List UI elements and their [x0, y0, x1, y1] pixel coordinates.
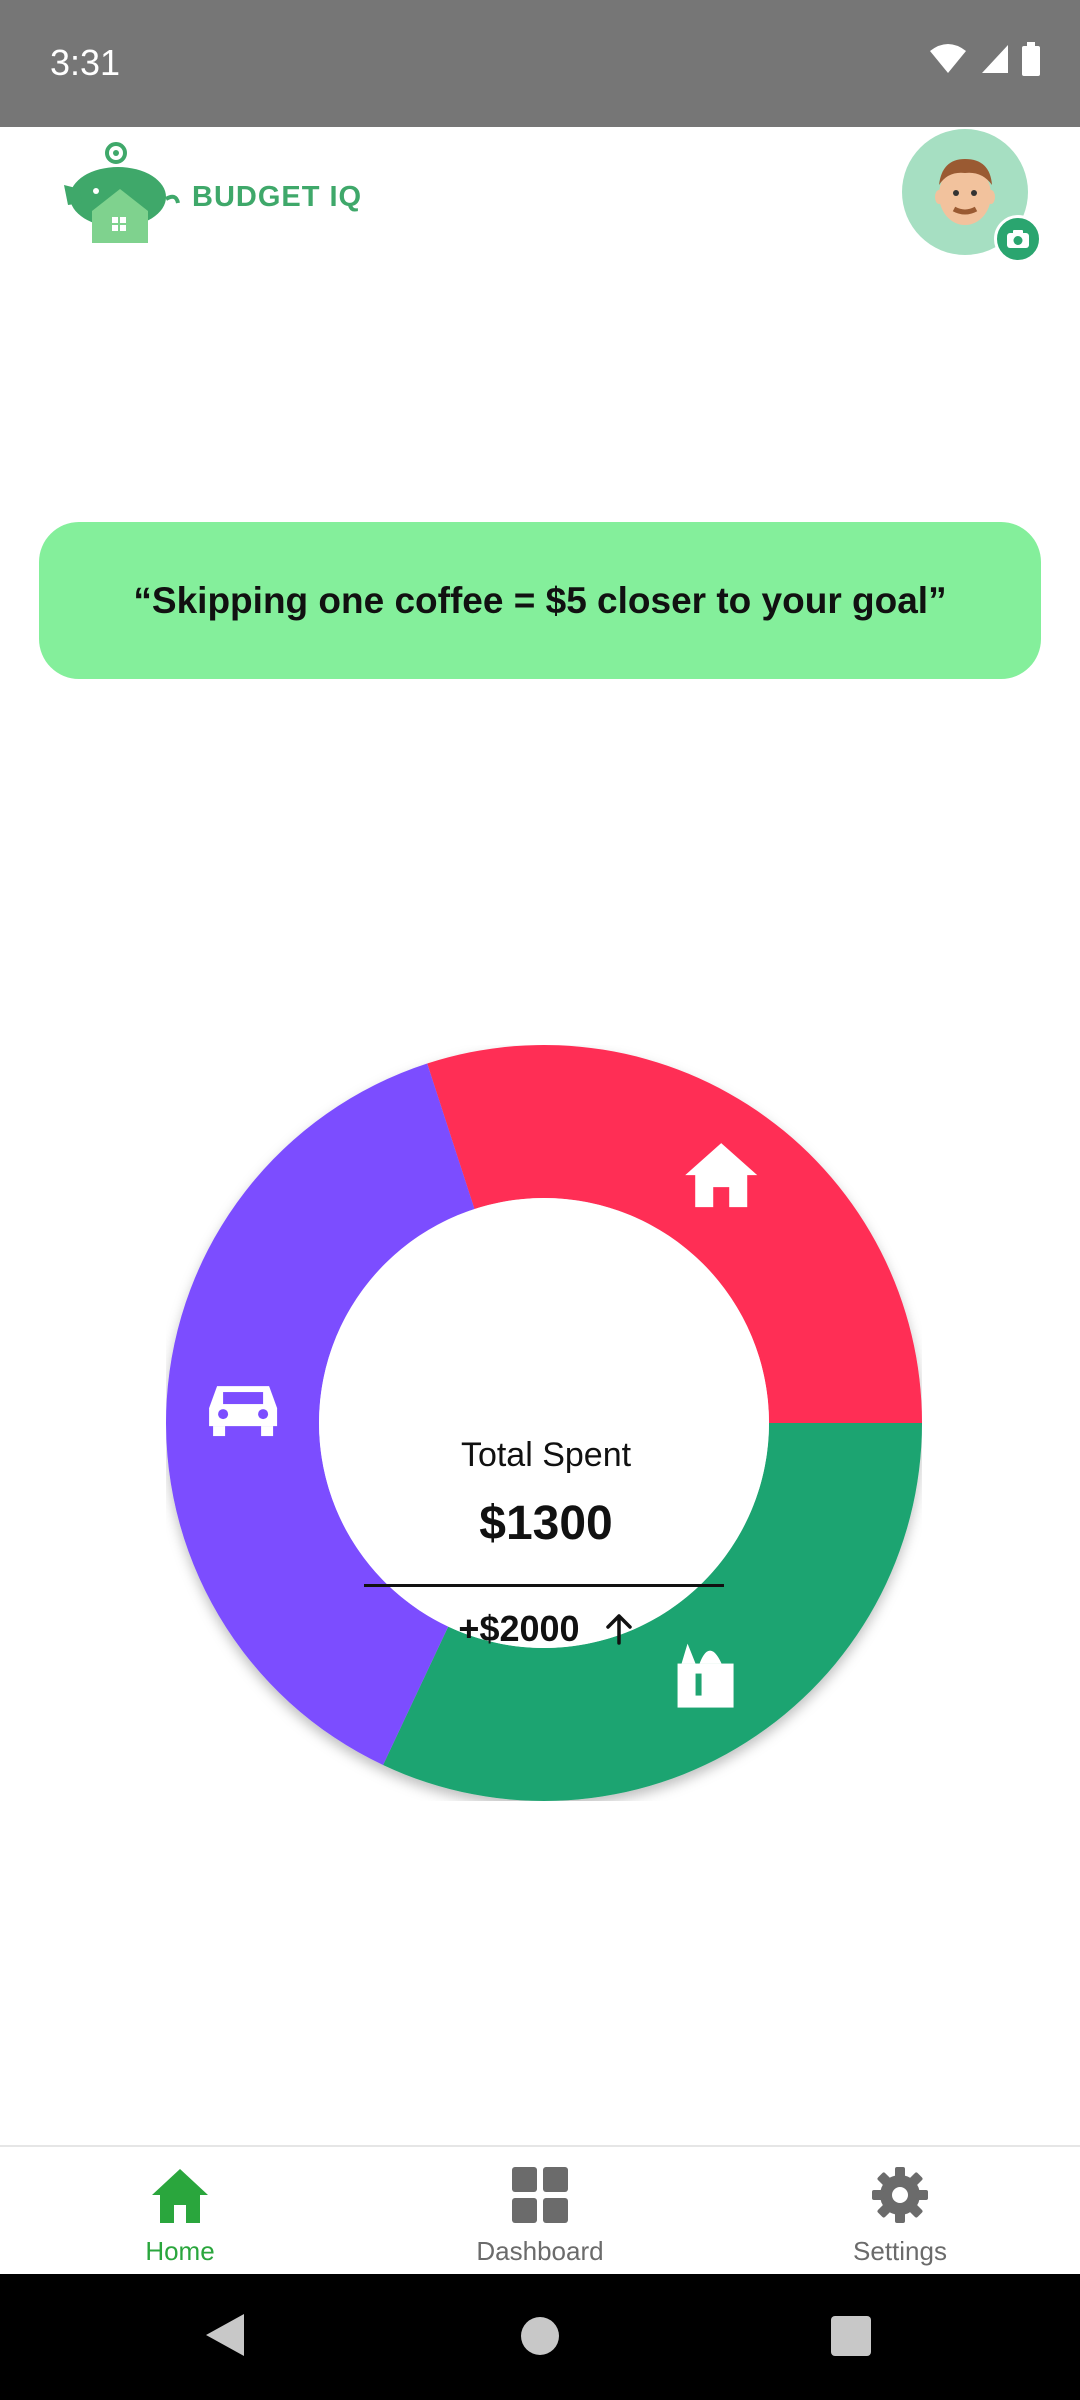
- piggy-house-icon: [64, 142, 180, 243]
- status-bar: 3:31: [0, 0, 1080, 127]
- nav-settings[interactable]: Settings: [780, 2165, 1020, 2267]
- summary-divider: [364, 1584, 724, 1587]
- status-icons: [928, 42, 1040, 76]
- wifi-icon: [930, 44, 966, 73]
- system-navigation-bar: [0, 2274, 1080, 2400]
- budget-delta: +$2000: [316, 1608, 776, 1650]
- app-content: BUDGET IQ “Skipping one coffee = $5 clos…: [0, 127, 1080, 2145]
- tip-text: “Skipping one coffee = $5 closer to your…: [133, 579, 947, 621]
- home-circle-icon[interactable]: [520, 2316, 560, 2356]
- bottom-navigation: Home Dashboard Settings: [0, 2145, 1080, 2276]
- recents-icon[interactable]: [830, 2315, 872, 2357]
- nav-home-label: Home: [145, 2236, 215, 2266]
- camera-icon: [1007, 230, 1029, 248]
- spending-donut-chart[interactable]: [166, 1045, 922, 1801]
- nav-dashboard-label: Dashboard: [476, 2236, 604, 2266]
- tip-card: “Skipping one coffee = $5 closer to your…: [39, 522, 1041, 679]
- nav-dashboard[interactable]: Dashboard: [420, 2165, 660, 2267]
- total-spent-label: Total Spent: [460, 1436, 632, 1474]
- nav-home[interactable]: Home: [60, 2165, 300, 2267]
- gear-icon: [872, 2167, 928, 2223]
- profile-avatar-button[interactable]: [902, 129, 1042, 267]
- home-icon: [152, 2169, 208, 2223]
- nav-settings-label: Settings: [853, 2236, 947, 2266]
- arrow-up-icon: [605, 1614, 632, 1645]
- cellular-signal-icon: [982, 45, 1008, 73]
- battery-icon: [1022, 42, 1040, 76]
- back-icon[interactable]: [204, 2312, 246, 2358]
- budget-delta-value: +$2000: [458, 1608, 580, 1649]
- camera-badge[interactable]: [994, 215, 1042, 263]
- status-time: 3:31: [50, 42, 121, 83]
- total-spent-value: $1300: [479, 1497, 613, 1550]
- app-brand-name: BUDGET IQ: [192, 180, 363, 213]
- app-logo: BUDGET IQ: [58, 139, 362, 255]
- grid-icon: [512, 2167, 568, 2223]
- donut-hole: [319, 1198, 769, 1648]
